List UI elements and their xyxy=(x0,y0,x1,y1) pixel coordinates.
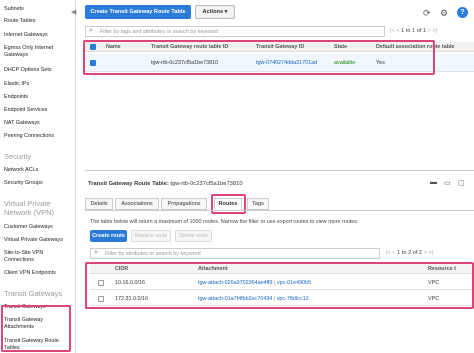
refresh-icon[interactable]: ⟳ xyxy=(423,8,431,19)
highlight-box-sidebar xyxy=(1,305,71,352)
sidebar-item-client-vpn-endpoints[interactable]: Client VPN Endpoints xyxy=(4,270,72,277)
tab-tags[interactable]: Tags xyxy=(247,198,269,210)
detail-title-label: Transit Gateway Route Table: xyxy=(88,181,169,187)
highlight-box-routes-table xyxy=(85,262,474,309)
main-panel: ◀ Create Transit Gateway Route Table Act… xyxy=(71,0,474,353)
detail-title: Transit Gateway Route Table: tgw-rtb-0c2… xyxy=(88,181,243,187)
sidebar-item-internet-gateways[interactable]: Internet Gateways xyxy=(4,32,72,39)
sidebar-item-peering-connections[interactable]: Peering Connections xyxy=(4,133,72,140)
prev-page-icon[interactable]: < xyxy=(396,28,399,34)
sidebar-item-endpoints[interactable]: Endpoints xyxy=(4,94,72,101)
sidebar-item-security-groups[interactable]: Security Groups xyxy=(4,180,72,187)
sidebar-section-vpn: Virtual Private Network (VPN) xyxy=(4,199,55,217)
search-icon: ⌕ xyxy=(89,27,93,34)
search-placeholder: Filter by tags and attributes or search … xyxy=(100,29,218,35)
tab-details[interactable]: Details xyxy=(85,198,113,210)
route-table-search-input[interactable]: ⌕ Filter by tags and attributes or searc… xyxy=(85,26,385,37)
left-nav-sidebar: Subnets Route Tables Internet Gateways E… xyxy=(0,0,76,353)
panel-splitter[interactable] xyxy=(85,170,474,171)
sidebar-section-transit-gateways: Transit Gateways xyxy=(4,289,63,298)
routes-pager-label: 1 to 2 of 2 xyxy=(397,250,423,256)
chevron-down-icon: ▾ xyxy=(224,9,228,15)
tab-propagations[interactable]: Propagations xyxy=(161,198,207,210)
next-page-icon[interactable]: > xyxy=(428,28,431,34)
last-page-icon[interactable]: >| xyxy=(428,250,433,256)
delete-route-button[interactable]: Delete route xyxy=(175,230,212,242)
create-route-table-button[interactable]: Create Transit Gateway Route Table xyxy=(85,5,191,19)
pager-label: 1 to 1 of 1 xyxy=(401,28,427,34)
sidebar-item-virtual-private-gateways[interactable]: Virtual Private Gateways xyxy=(4,237,72,244)
next-page-icon[interactable]: > xyxy=(424,250,427,256)
sidebar-section-security: Security xyxy=(4,152,32,161)
collapse-icon[interactable]: ◀ xyxy=(71,8,76,16)
routes-search-input[interactable]: ⌕ Filter by attributes or search by keyw… xyxy=(90,248,380,259)
sidebar-item-route-tables[interactable]: Route Tables xyxy=(4,18,72,25)
expand-icon[interactable]: ▭ xyxy=(444,179,451,187)
actions-button[interactable]: Actions ▾ xyxy=(195,5,235,19)
last-page-icon[interactable]: >| xyxy=(432,28,437,34)
routes-limit-note: The table below will return a maximum of… xyxy=(90,219,359,225)
create-route-button[interactable]: Create route xyxy=(90,230,127,242)
routes-search-placeholder: Filter by attributes or search by keywor… xyxy=(105,251,201,257)
sidebar-item-customer-gateways[interactable]: Customer Gateways xyxy=(4,224,72,231)
minimize-panel-icon[interactable]: ▬ xyxy=(430,179,437,186)
sidebar-item-egress-only-gateways[interactable]: Egress Only Internet Gateways xyxy=(4,45,72,58)
sidebar-item-elastic-ips[interactable]: Elastic IPs xyxy=(4,81,72,88)
top-pagination: |< < 1 to 1 of 1 > >| xyxy=(390,28,437,34)
settings-icon[interactable]: ⚙ xyxy=(440,8,448,19)
first-page-icon[interactable]: |< xyxy=(386,250,391,256)
routes-pagination: |< < 1 to 2 of 2 > >| xyxy=(386,250,433,256)
sidebar-item-endpoint-services[interactable]: Endpoint Services xyxy=(4,107,72,114)
tabs-underline xyxy=(85,210,474,211)
detail-title-id: tgw-rtb-0c237cf5a1be73810 xyxy=(170,181,243,187)
sidebar-item-site-to-site-vpn[interactable]: Site-to-Site VPN Connections xyxy=(4,250,72,263)
prev-page-icon[interactable]: < xyxy=(392,250,395,256)
help-icon[interactable]: ? xyxy=(457,7,468,18)
search-icon: ⌕ xyxy=(94,249,98,256)
actions-label: Actions xyxy=(202,9,224,15)
maximize-icon[interactable]: ▢ xyxy=(458,179,465,187)
highlight-box-routes-tab xyxy=(211,194,246,214)
sidebar-item-nat-gateways[interactable]: NAT Gateways xyxy=(4,120,72,127)
replace-route-button[interactable]: Replace route xyxy=(131,230,171,242)
highlight-box-table-row xyxy=(83,40,435,75)
sidebar-item-network-acls[interactable]: Network ACLs xyxy=(4,167,72,174)
tab-associations[interactable]: Associations xyxy=(115,198,159,210)
first-page-icon[interactable]: |< xyxy=(390,28,395,34)
sidebar-item-dhcp-options[interactable]: DHCP Options Sets xyxy=(4,67,72,74)
sidebar-item-subnets[interactable]: Subnets xyxy=(4,6,72,13)
